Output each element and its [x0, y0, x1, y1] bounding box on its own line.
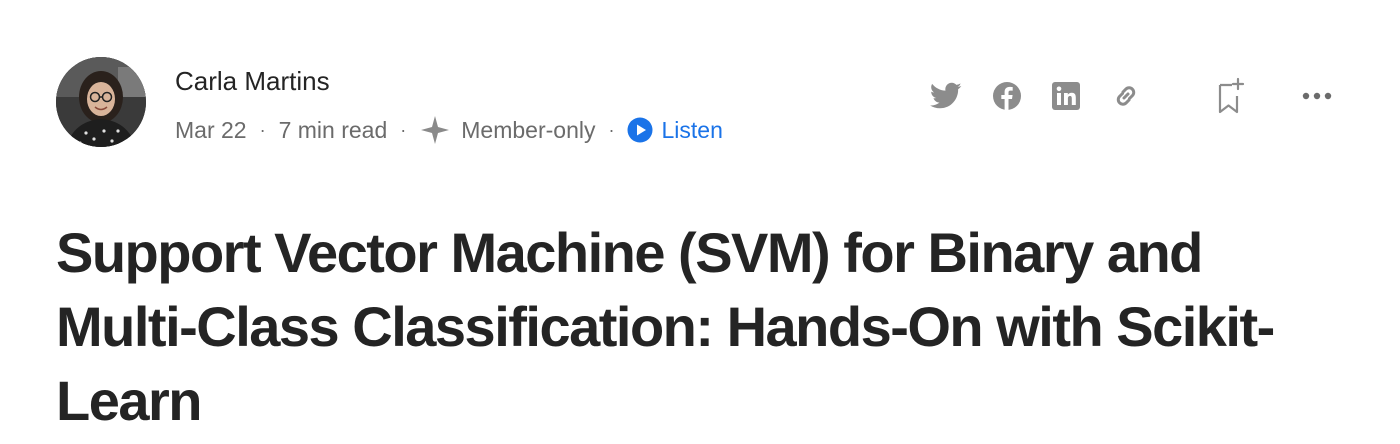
- link-icon[interactable]: [1106, 72, 1146, 120]
- publish-date: Mar 22: [175, 116, 247, 143]
- share-actions: [0, 72, 1400, 120]
- article-title: Support Vector Machine (SVM) for Binary …: [56, 221, 1275, 432]
- bookmark-add-icon[interactable]: [1210, 72, 1250, 120]
- more-icon[interactable]: [1297, 72, 1337, 120]
- meta-separator: ·: [259, 119, 266, 140]
- listen-label: Listen: [661, 116, 723, 143]
- member-only-label: Member-only: [461, 116, 596, 143]
- read-time: 7 min read: [278, 116, 388, 143]
- article-header: Carla Martins Mar 22 · 7 min read · Memb…: [0, 0, 1400, 444]
- meta-separator: ·: [608, 119, 615, 140]
- twitter-icon[interactable]: [926, 72, 966, 120]
- play-icon: [627, 117, 653, 143]
- facebook-icon[interactable]: [987, 72, 1027, 120]
- linkedin-icon[interactable]: [1046, 72, 1086, 120]
- listen-button[interactable]: Listen: [627, 116, 723, 144]
- meta-separator: ·: [400, 119, 407, 140]
